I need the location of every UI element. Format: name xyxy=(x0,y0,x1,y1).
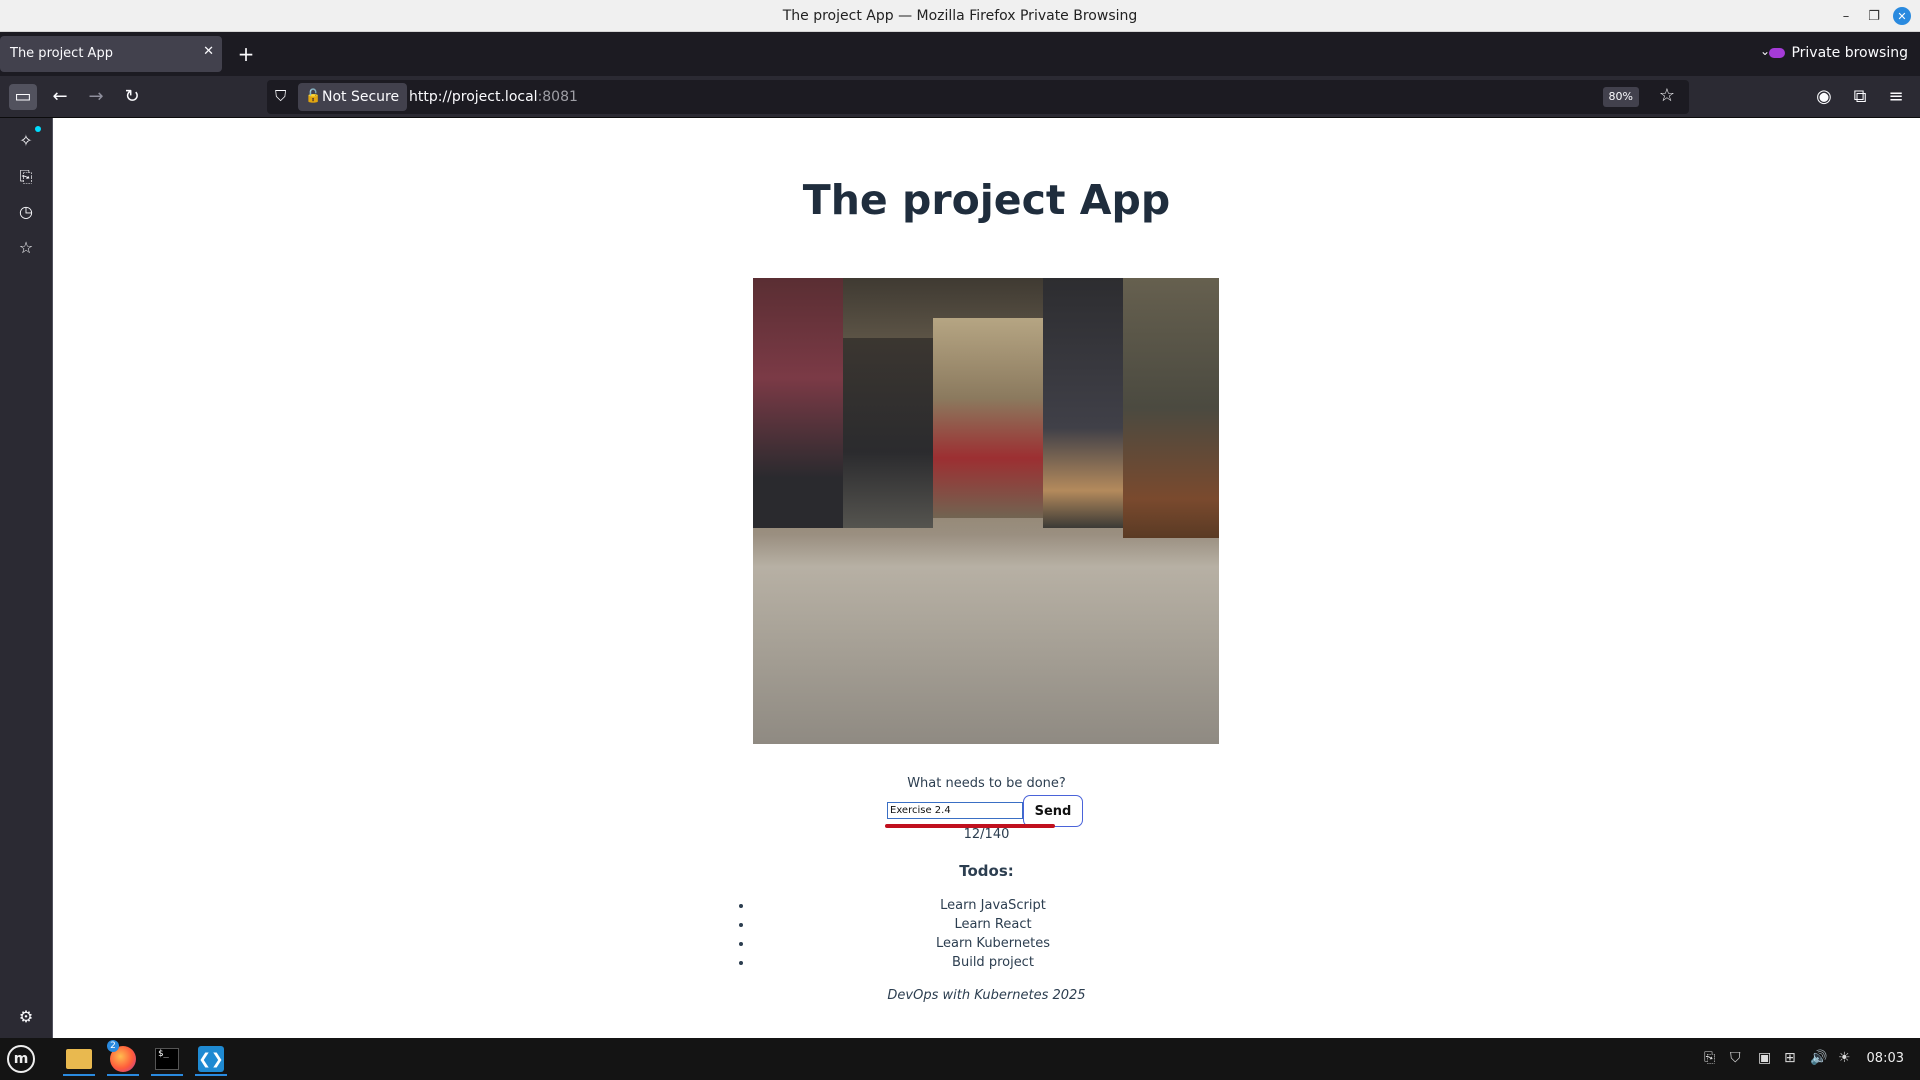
network-tray-icon[interactable]: ⊞ xyxy=(1784,1050,1796,1066)
shield-tray-icon[interactable]: ⛉ xyxy=(1730,1050,1741,1066)
new-tab-button[interactable]: + xyxy=(234,42,258,66)
ai-chatbot-icon[interactable]: ✧ xyxy=(13,126,41,154)
synced-tabs-icon[interactable]: ⎘ xyxy=(13,164,39,190)
active-indicator xyxy=(107,1074,139,1076)
volume-tray-icon[interactable]: 🔊 xyxy=(1810,1050,1827,1066)
window-title: The project App — Mozilla Firefox Privat… xyxy=(782,8,1138,24)
tab-active[interactable]: The project App ✕ xyxy=(0,36,222,72)
tracking-shield-icon[interactable]: ⛉ xyxy=(275,87,286,105)
not-secure-badge[interactable]: 🔓 Not Secure xyxy=(298,83,408,111)
bookmark-star-icon[interactable]: ☆ xyxy=(1659,85,1675,106)
browser-sidebar: ✧ ⎘ ◷ ☆ ⚙ xyxy=(0,118,53,1038)
active-indicator xyxy=(195,1074,227,1076)
todo-item: Learn React xyxy=(753,917,1233,936)
sidebar-toggle-icon[interactable]: ▭ xyxy=(9,84,37,110)
todo-list: Learn JavaScript Learn React Learn Kuber… xyxy=(753,898,1233,974)
hamburger-menu-icon[interactable]: ≡ xyxy=(1882,84,1910,110)
back-icon[interactable]: ← xyxy=(46,84,74,110)
os-taskbar: m 2 $_ ❮❯ ⎘ ⛉ ▣ ⊞ 🔊 ☀ 08:03 xyxy=(0,1038,1920,1080)
account-icon[interactable]: ◉ xyxy=(1810,84,1838,110)
todo-prompt-label: What needs to be done? xyxy=(907,776,1066,791)
ai-chatbot-glyph: ✧ xyxy=(19,131,33,150)
minimize-icon[interactable]: – xyxy=(1832,0,1860,32)
notification-dot xyxy=(35,126,41,132)
window-titlebar: The project App — Mozilla Firefox Privat… xyxy=(0,0,1920,32)
close-icon: ✕ xyxy=(1893,7,1911,25)
tab-close-icon[interactable]: ✕ xyxy=(203,44,214,59)
page-title: The project App xyxy=(802,176,1171,224)
url-port: :8081 xyxy=(537,89,578,105)
taskbar-clock[interactable]: 08:03 xyxy=(1867,1051,1904,1066)
todo-item: Build project xyxy=(753,955,1233,974)
image-detail-mid xyxy=(1043,278,1123,528)
tab-title: The project App xyxy=(10,46,113,61)
image-detail-left xyxy=(753,278,843,528)
maximize-icon[interactable]: ❐ xyxy=(1860,0,1888,32)
url-bar[interactable]: ⛉ 🔓 Not Secure http://project.local:8081… xyxy=(267,80,1689,114)
image-detail-right xyxy=(1123,278,1219,538)
terminal-icon: $_ xyxy=(155,1048,179,1070)
mint-logo-icon: m xyxy=(7,1045,35,1073)
character-counter: 12/140 xyxy=(963,827,1010,842)
send-button[interactable]: Send xyxy=(1023,795,1083,827)
private-browsing-label: Private browsing xyxy=(1791,45,1908,61)
navigation-toolbar: ▭ ← → ↻ ⛉ 🔓 Not Secure http://project.lo… xyxy=(0,76,1920,118)
active-indicator xyxy=(63,1074,95,1076)
files-app-button[interactable] xyxy=(61,1042,97,1076)
extensions-icon[interactable]: ⧉ xyxy=(1846,84,1874,110)
folder-icon xyxy=(66,1049,92,1069)
history-icon[interactable]: ◷ xyxy=(13,199,39,225)
firefox-app-button[interactable]: 2 xyxy=(105,1040,141,1076)
image-detail-seat xyxy=(843,338,933,528)
forward-icon[interactable]: → xyxy=(82,84,110,110)
active-indicator xyxy=(151,1074,183,1076)
todo-item: Learn Kubernetes xyxy=(753,936,1233,955)
url-text[interactable]: http://project.local:8081 xyxy=(409,89,578,105)
vscode-app-button[interactable]: ❮❯ xyxy=(193,1042,229,1076)
reload-icon[interactable]: ↻ xyxy=(118,84,146,110)
hero-image xyxy=(753,278,1219,744)
url-host: http://project.local xyxy=(409,89,538,105)
not-secure-label: Not Secure xyxy=(322,89,400,105)
private-browsing-indicator: Private browsing xyxy=(1769,45,1908,61)
close-window-button[interactable]: ✕ xyxy=(1888,0,1916,32)
updates-tray-icon[interactable]: ▣ xyxy=(1758,1050,1771,1066)
image-detail-center xyxy=(933,318,1043,518)
todo-item: Learn JavaScript xyxy=(753,898,1233,917)
terminal-app-button[interactable]: $_ xyxy=(149,1042,185,1076)
insecure-lock-icon: 🔓 xyxy=(305,89,322,104)
start-menu-button[interactable]: m xyxy=(4,1042,38,1076)
tab-strip: The project App ✕ + ⌄ Private browsing xyxy=(0,32,1920,76)
clipboard-tray-icon[interactable]: ⎘ xyxy=(1704,1050,1715,1066)
vscode-icon: ❮❯ xyxy=(198,1046,224,1072)
bookmarks-icon[interactable]: ☆ xyxy=(13,235,39,261)
zoom-level-badge[interactable]: 80% xyxy=(1602,87,1639,107)
todos-heading: Todos: xyxy=(959,862,1014,880)
page-footer: DevOps with Kubernetes 2025 xyxy=(887,988,1086,1003)
todo-input[interactable] xyxy=(887,802,1023,819)
private-mask-icon xyxy=(1769,48,1786,58)
brightness-tray-icon[interactable]: ☀ xyxy=(1838,1050,1851,1066)
page-content: The project App What needs to be done? S… xyxy=(53,118,1920,1038)
sidebar-settings-icon[interactable]: ⚙ xyxy=(13,1004,39,1030)
window-count-badge: 2 xyxy=(107,1040,119,1052)
